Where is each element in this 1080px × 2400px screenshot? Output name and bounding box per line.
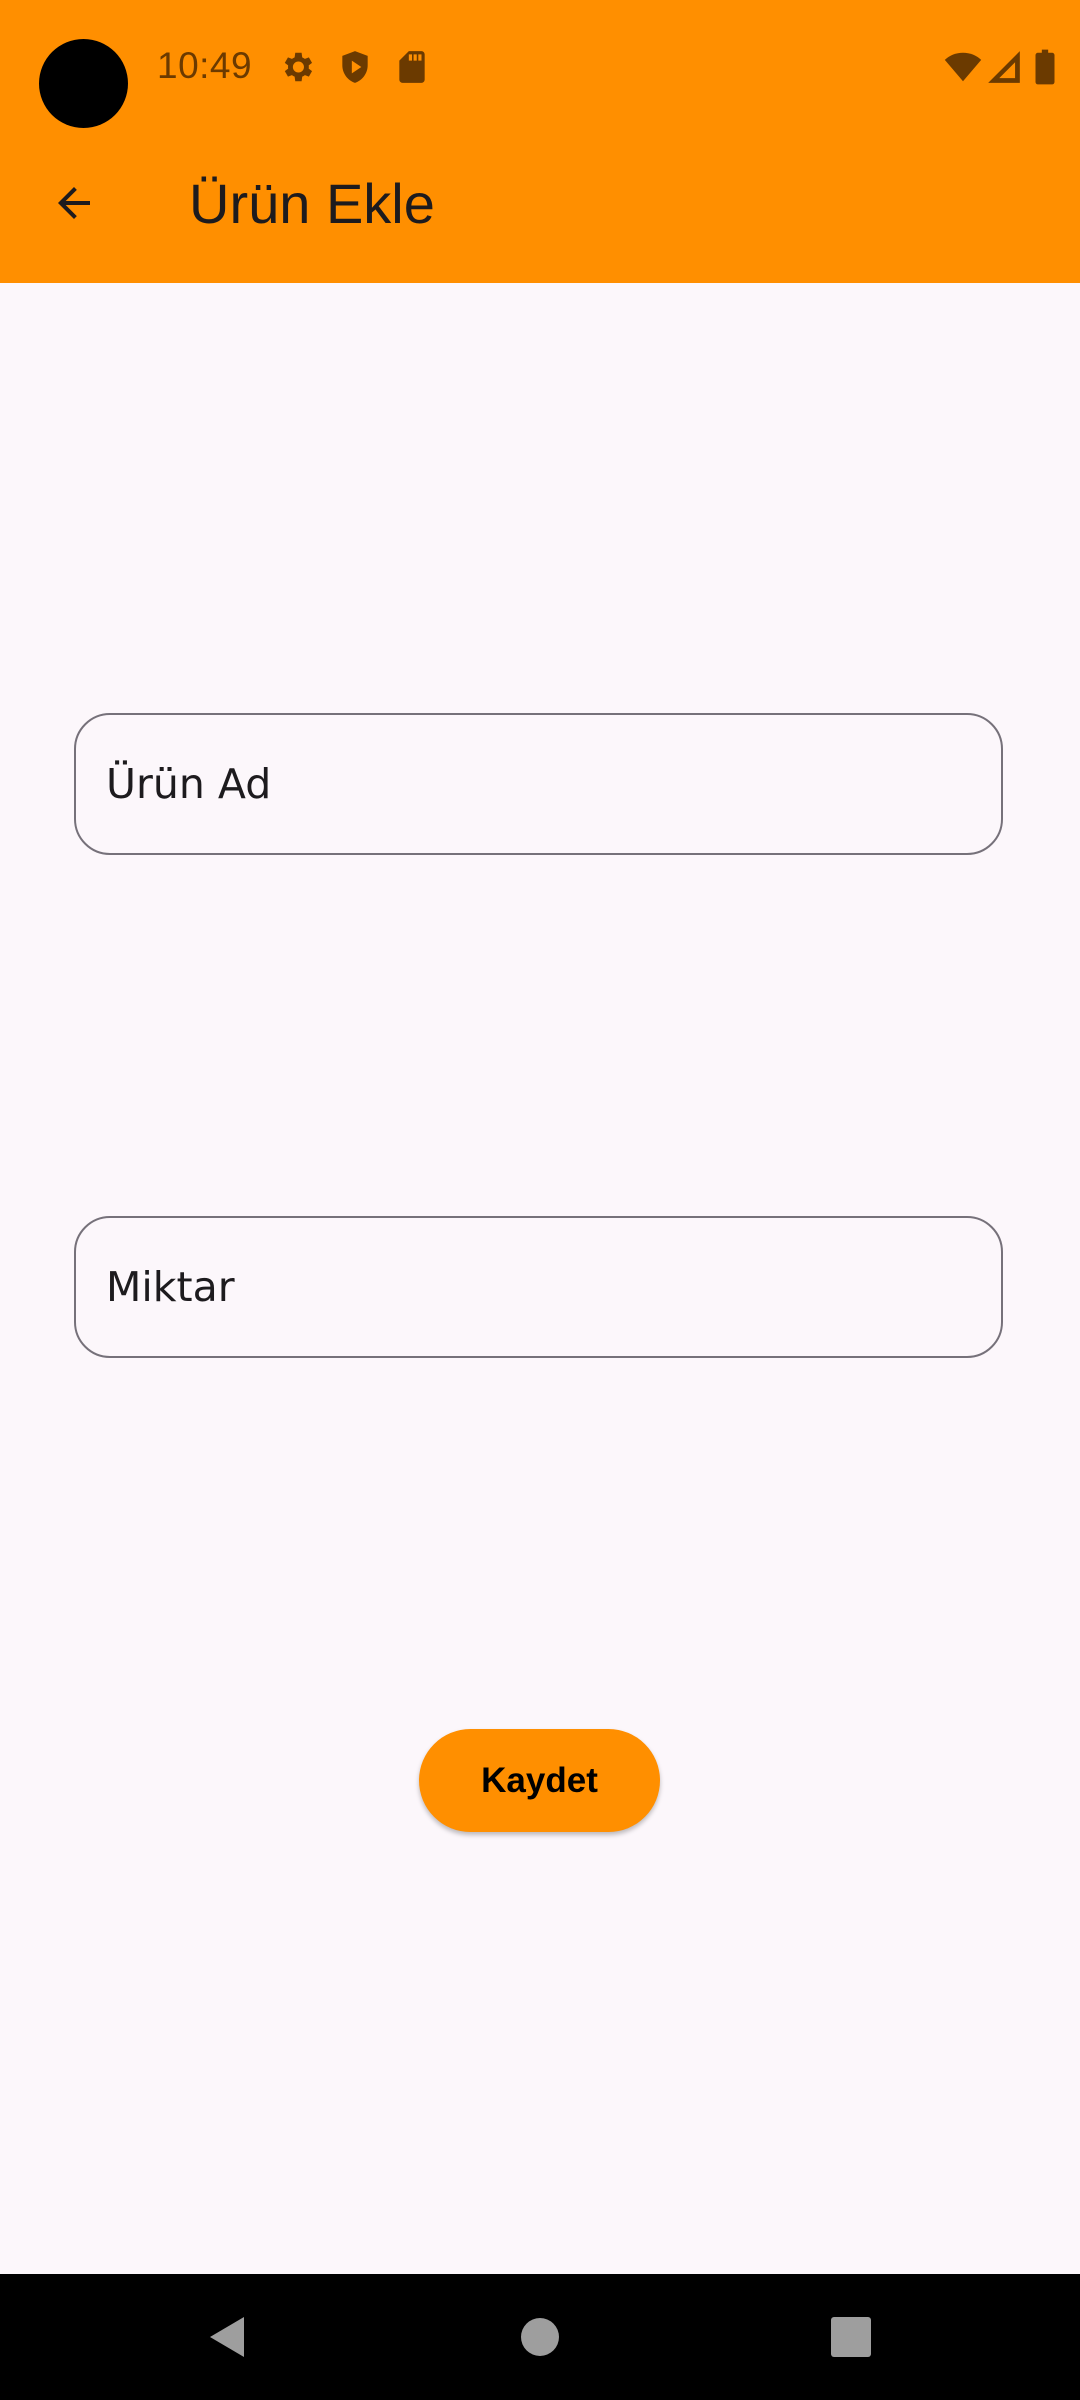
save-button[interactable]: Kaydet [419,1729,660,1832]
product-name-field[interactable] [74,713,1003,855]
arrow-back-icon [50,179,98,227]
status-bar: 10:49 [0,0,1080,135]
camera-cutout [39,39,128,128]
nav-home-button[interactable] [500,2297,580,2377]
quantity-field[interactable] [74,1216,1003,1358]
wifi-icon [944,48,982,86]
page-title: Ürün Ekle [189,172,435,235]
nav-recents-button[interactable] [811,2297,891,2377]
navigation-bar [0,2274,1080,2400]
nav-back-icon [204,2313,248,2361]
nav-home-icon [520,2317,560,2357]
sd-card-icon [393,48,431,86]
cell-signal-icon [985,48,1023,86]
shield-play-icon [336,48,374,86]
nav-recents-icon [830,2316,872,2358]
product-name-input[interactable] [76,715,1001,853]
quantity-input[interactable] [76,1218,1001,1356]
nav-back-button[interactable] [186,2297,266,2377]
top-header: 10:49 Ürün Ekle [0,0,1080,283]
app-bar: Ürün Ekle [0,135,1080,283]
settings-gear-icon [278,48,316,86]
status-time: 10:49 [157,45,253,86]
back-button[interactable] [36,165,111,240]
battery-icon [1030,48,1060,86]
